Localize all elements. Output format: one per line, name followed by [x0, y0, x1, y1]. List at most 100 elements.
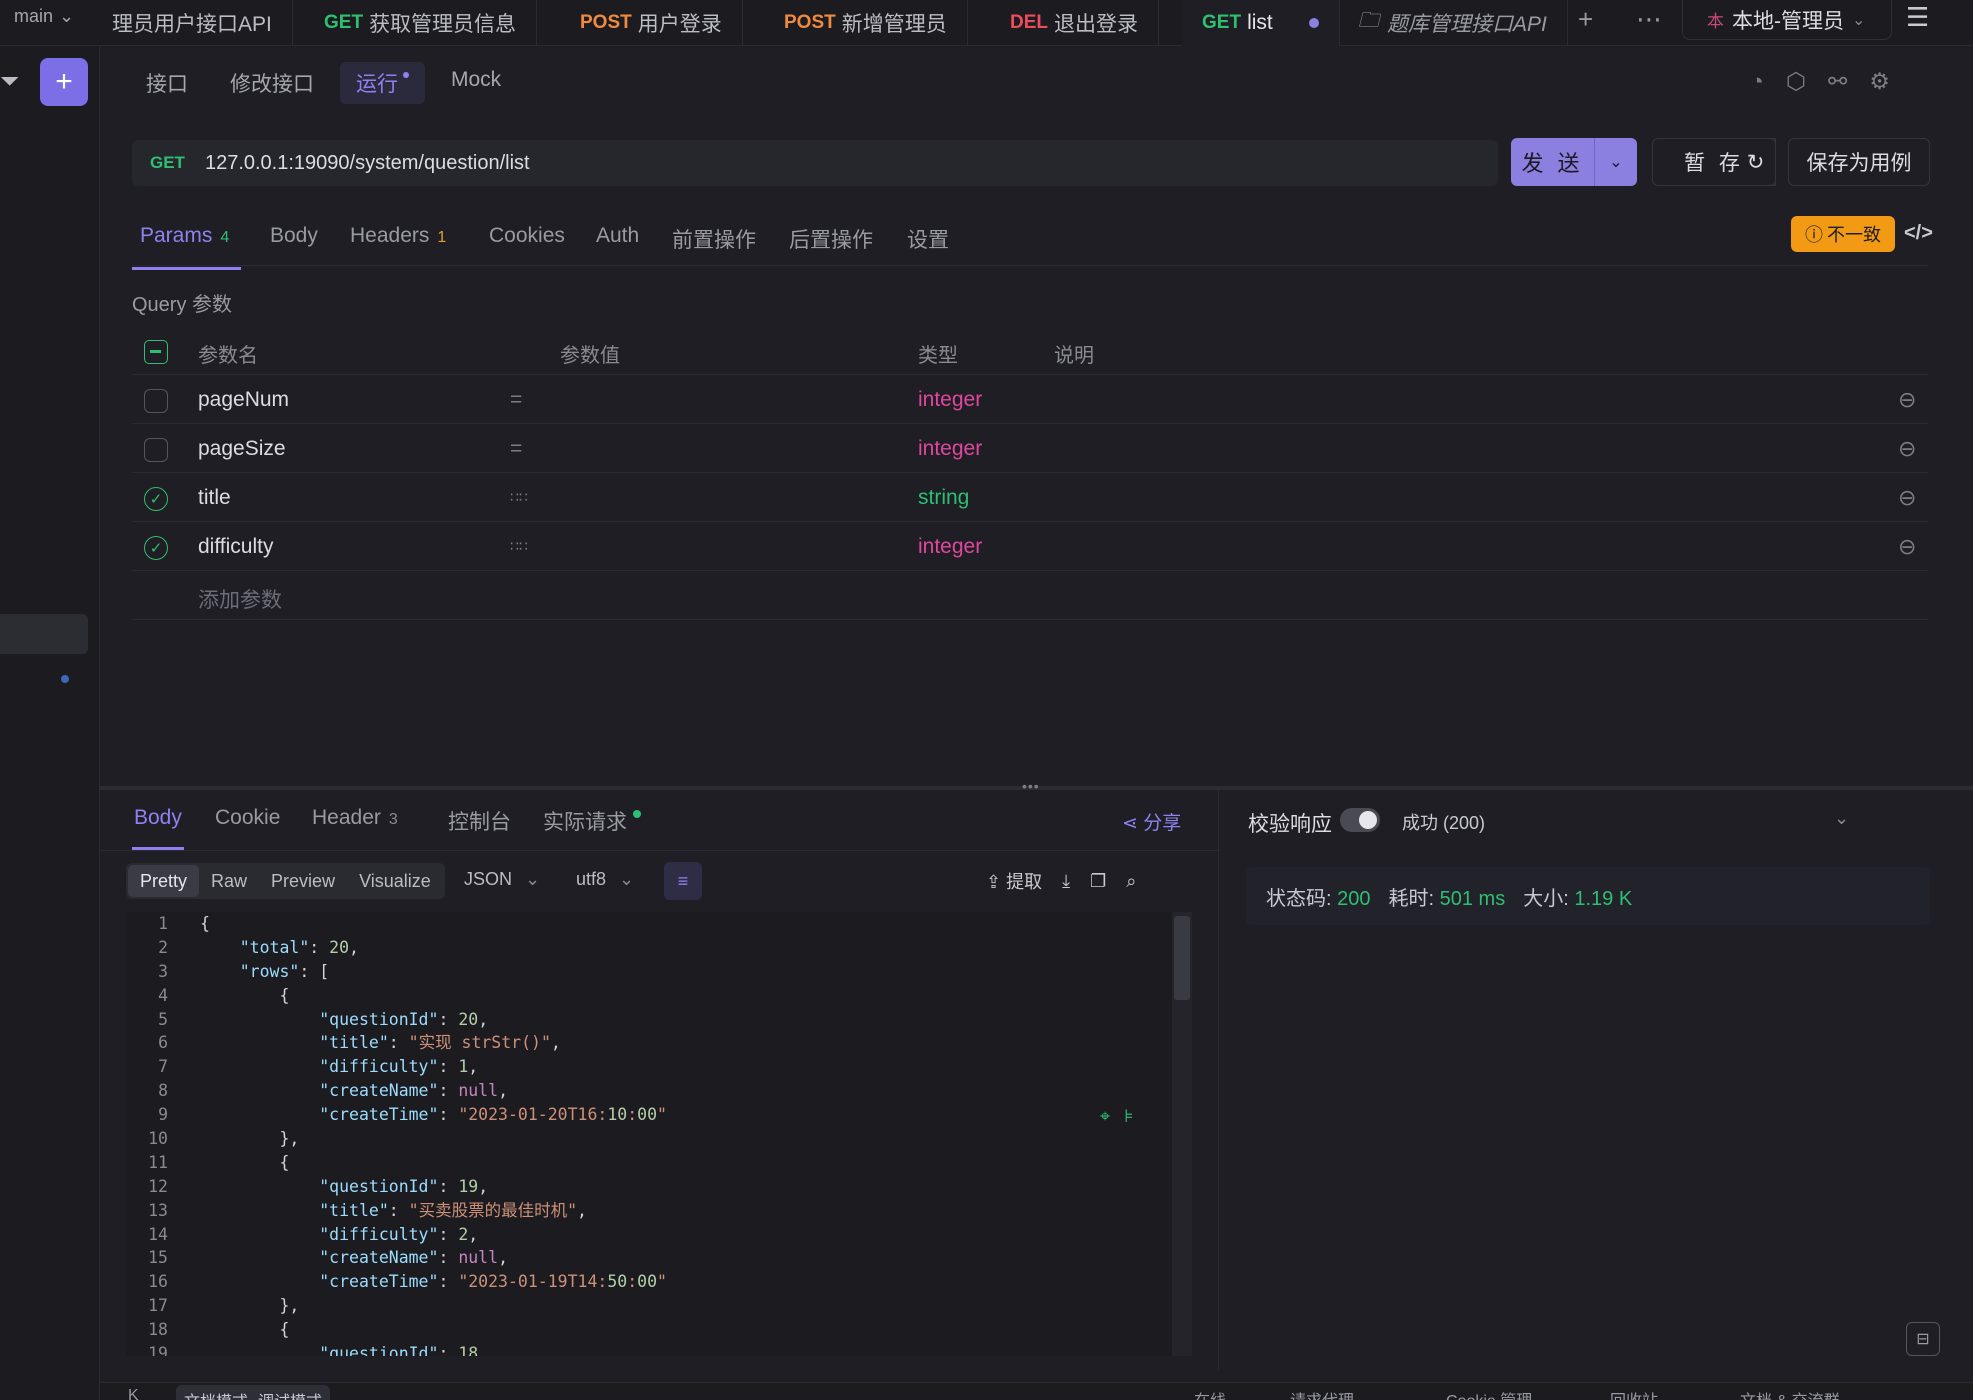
tab-user-login[interactable]: POST 用户登录	[560, 0, 743, 46]
param-type[interactable]: integer	[918, 535, 982, 559]
tab-edit-api[interactable]: 修改接口	[214, 62, 330, 104]
download-icon[interactable]: ⤓	[1062, 871, 1070, 892]
verify-toggle[interactable]	[1340, 808, 1380, 832]
view-raw[interactable]: Raw	[199, 865, 259, 897]
tab-cookies[interactable]: Cookies	[489, 224, 565, 248]
save-as-case-button[interactable]: 保存为用例	[1788, 138, 1930, 186]
copy-icon[interactable]: ❐	[1090, 871, 1106, 892]
tab-actual-request[interactable]: 实际请求	[543, 806, 641, 836]
tab-admin-api[interactable]: 理员用户接口API	[92, 0, 293, 46]
verify-result[interactable]: 成功 (200)	[1402, 809, 1485, 835]
method-badge: GET	[324, 12, 364, 33]
add-param-row[interactable]: 添加参数	[132, 571, 1928, 620]
cookie-manager[interactable]: Cookie 管理	[1446, 1387, 1532, 1400]
filter-icon[interactable]: ⏷	[0, 68, 19, 96]
row-checkbox[interactable]	[144, 389, 168, 413]
method-selector[interactable]: GET	[150, 153, 185, 173]
tab-post-ops[interactable]: 后置操作	[789, 224, 873, 254]
settings-icon[interactable]: ⚙	[1869, 68, 1890, 95]
add-button[interactable]: +	[40, 58, 88, 106]
extract-button[interactable]: ⇪ 提取	[986, 868, 1042, 894]
more-icon[interactable]: ⋯	[1636, 4, 1662, 35]
row-checkbox[interactable]	[144, 438, 168, 462]
share-button[interactable]: ⋖ 分享	[1122, 808, 1181, 835]
drag-handle-icon[interactable]: •••	[1022, 778, 1040, 794]
fold-icon[interactable]: ⊧	[1124, 1106, 1133, 1127]
view-visualize[interactable]: Visualize	[347, 865, 443, 897]
mismatch-badge[interactable]: ⓘ 不一致	[1791, 216, 1895, 252]
tab-get-list[interactable]: GET list	[1182, 0, 1340, 46]
docs-community[interactable]: 文档 & 交流群	[1740, 1387, 1840, 1400]
param-name[interactable]: pageSize	[198, 437, 286, 461]
encoding-select[interactable]: utf8 ⌄	[576, 869, 634, 890]
scrollbar-thumb[interactable]	[1174, 916, 1190, 1000]
tab-run[interactable]: 运行	[340, 62, 425, 104]
tab-question-api[interactable]: 🗀 题库管理接口API	[1338, 0, 1568, 46]
remove-icon[interactable]: ⊖	[1898, 436, 1916, 462]
debug-mode[interactable]: 调试模式	[258, 1388, 322, 1400]
remove-icon[interactable]: ⊖	[1898, 534, 1916, 560]
tab-settings[interactable]: 设置	[907, 224, 949, 254]
flow-icon[interactable]: ⚯	[1828, 68, 1847, 95]
param-type[interactable]: integer	[918, 388, 982, 412]
tab-pre-ops[interactable]: 前置操作	[672, 224, 756, 254]
layout-icon[interactable]: ⊟	[1906, 1322, 1940, 1356]
tab-add-admin[interactable]: POST 新增管理员	[764, 0, 968, 46]
tab-response-header[interactable]: Header 3	[312, 806, 398, 830]
online-status[interactable]: 在线	[1194, 1387, 1226, 1400]
send-button[interactable]: 发 送	[1511, 138, 1595, 186]
row-checkbox[interactable]: ✓	[144, 487, 168, 511]
format-select[interactable]: JSON ⌄	[464, 869, 540, 890]
branch-selector[interactable]: main ⌄	[14, 6, 74, 27]
drag-handle-icon[interactable]: ∷∷	[510, 489, 528, 506]
param-type[interactable]: integer	[918, 437, 982, 461]
url-input[interactable]: 127.0.0.1:19090/system/question/list	[205, 152, 530, 175]
add-param-placeholder[interactable]: 添加参数	[198, 584, 282, 614]
word-wrap-icon[interactable]: ≡	[664, 862, 702, 900]
tab-api[interactable]: 接口	[130, 62, 204, 104]
code-icon[interactable]: </>	[1904, 222, 1933, 245]
tab-body[interactable]: Body	[270, 224, 318, 248]
select-all-checkbox[interactable]	[144, 340, 168, 364]
row-checkbox[interactable]: ✓	[144, 536, 168, 560]
url-bar[interactable]: GET 127.0.0.1:19090/system/question/list	[132, 140, 1498, 186]
drag-handle-icon[interactable]: ∷∷	[510, 538, 528, 555]
reset-icon[interactable]: ↻	[1736, 138, 1776, 186]
send-button-group: 发 送 ⌄	[1511, 138, 1637, 186]
param-name[interactable]: difficulty	[198, 535, 273, 559]
send-dropdown-icon[interactable]: ⌄	[1595, 138, 1637, 186]
tab-response-body[interactable]: Body	[132, 806, 184, 850]
line-number: 17	[148, 1296, 168, 1316]
tab-console[interactable]: 控制台	[448, 806, 511, 836]
tab-response-cookie[interactable]: Cookie	[215, 806, 280, 830]
remove-icon[interactable]: ⊖	[1898, 485, 1916, 511]
view-pretty[interactable]: Pretty	[128, 865, 200, 897]
view-preview[interactable]: Preview	[259, 865, 347, 897]
chevron-down-icon[interactable]: ⌄	[1834, 808, 1849, 829]
tab-run-label: 运行	[356, 73, 398, 96]
environment-selector[interactable]: 本 本地-管理员 ⌄	[1682, 0, 1892, 40]
history-icon[interactable]: ◔	[1750, 68, 1764, 95]
tab-auth[interactable]: Auth	[596, 224, 639, 248]
collapse-icon[interactable]: K	[128, 1387, 139, 1400]
status-value: 200	[1337, 887, 1371, 910]
remove-icon[interactable]: ⊖	[1898, 387, 1916, 413]
locate-icon[interactable]: ⌖	[1100, 1106, 1110, 1127]
tab-logout[interactable]: DEL 退出登录	[990, 0, 1159, 46]
search-icon[interactable]: ⌕	[1126, 871, 1136, 892]
param-name[interactable]: pageNum	[198, 388, 289, 412]
param-name[interactable]: title	[198, 486, 231, 510]
doc-mode[interactable]: 文档模式	[184, 1388, 248, 1400]
tab-mock[interactable]: Mock	[435, 62, 517, 104]
tab-headers[interactable]: Headers 1	[350, 224, 446, 248]
response-code-viewer[interactable]: 1{2 "total": 20, 3 "rows": [4 {5 "questio…	[126, 912, 1192, 1356]
tab-params[interactable]: Params 4	[131, 224, 242, 270]
share-icon[interactable]: ⬡	[1786, 68, 1806, 95]
tab-get-admin-info[interactable]: GET 获取管理员信息	[304, 0, 538, 46]
sidebar-selected-item[interactable]	[0, 614, 88, 654]
menu-icon[interactable]: ☰	[1906, 2, 1929, 33]
recycle-bin[interactable]: 回收站	[1610, 1387, 1658, 1400]
request-proxy[interactable]: 请求代理	[1290, 1387, 1354, 1400]
add-tab-icon[interactable]: +	[1578, 4, 1593, 35]
param-type[interactable]: string	[918, 486, 969, 510]
